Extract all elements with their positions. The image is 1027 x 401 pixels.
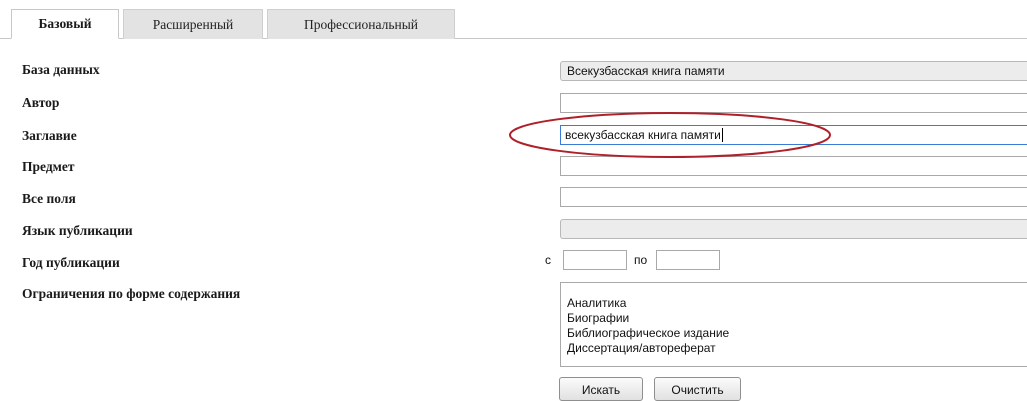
all-fields-label: Все поля (22, 191, 76, 206)
tab-advanced[interactable]: Расширенный (123, 9, 263, 39)
tab-bar: Базовый Расширенный Профессиональный (0, 0, 1027, 39)
title-input-value: всекузбасская книга памяти (565, 128, 721, 142)
content-form-option[interactable]: Биографии (567, 311, 1027, 326)
database-label: База данных (22, 62, 100, 77)
all-fields-input[interactable] (560, 187, 1027, 207)
author-input[interactable] (560, 93, 1027, 113)
subject-input[interactable] (560, 156, 1027, 176)
content-form-option[interactable]: Диссертация/автореферат (567, 341, 1027, 356)
clear-button[interactable]: Очистить (654, 377, 741, 401)
content-form-option[interactable]: Библиографическое издание (567, 326, 1027, 341)
year-to-input[interactable] (656, 250, 720, 270)
text-caret (721, 128, 723, 142)
tab-professional[interactable]: Профессиональный (267, 9, 455, 39)
author-label: Автор (22, 95, 60, 110)
database-select[interactable]: Всекузбасская книга памяти (560, 61, 1027, 81)
language-select[interactable] (560, 219, 1027, 239)
year-to-label: по (634, 253, 648, 267)
subject-label: Предмет (22, 159, 75, 174)
year-label: Год публикации (22, 255, 120, 270)
content-form-listbox[interactable]: Аналитика Биографии Библиографическое из… (560, 282, 1027, 367)
database-select-value: Всекузбасская книга памяти (567, 64, 725, 78)
language-label: Язык публикации (22, 223, 133, 238)
tab-basic[interactable]: Базовый (11, 9, 119, 39)
search-button[interactable]: Искать (559, 377, 643, 401)
title-input[interactable]: всекузбасская книга памяти (560, 125, 1027, 145)
title-label: Заглавие (22, 128, 77, 143)
year-from-input[interactable] (563, 250, 627, 270)
year-from-label: с (545, 253, 551, 267)
content-form-option[interactable]: Аналитика (567, 296, 1027, 311)
content-form-label: Ограничения по форме содержания (22, 286, 241, 301)
